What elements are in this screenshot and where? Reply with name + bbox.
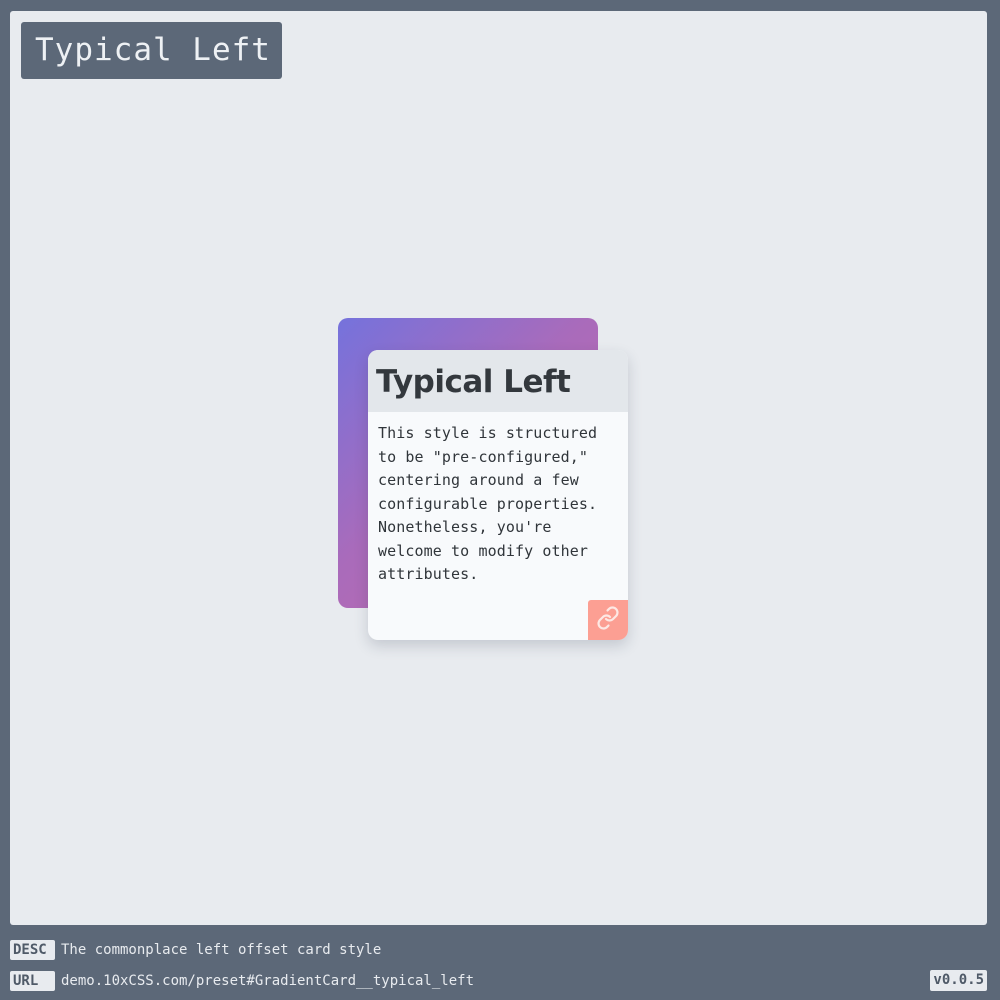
link-icon: [596, 606, 620, 634]
footer-desc-row: DESC The commonplace left offset card st…: [10, 940, 381, 960]
url-label: URL: [10, 971, 55, 991]
card-link-button[interactable]: [588, 600, 628, 640]
gradient-card: Typical Left This style is structured to…: [368, 350, 628, 640]
desc-text: The commonplace left offset card style: [61, 942, 382, 958]
url-link[interactable]: demo.10xCSS.com/preset#GradientCard__typ…: [61, 971, 474, 991]
footer-url-row: URL demo.10xCSS.com/preset#GradientCard_…: [10, 971, 474, 991]
card-title: Typical Left: [368, 350, 628, 412]
version-badge: v0.0.5: [930, 970, 987, 991]
page-title: Typical Left: [21, 22, 282, 79]
desc-label: DESC: [10, 940, 55, 960]
card-description: This style is structured to be "pre-conf…: [378, 424, 598, 583]
preview-stage: Typical Left Typical Left This style is …: [10, 11, 987, 925]
